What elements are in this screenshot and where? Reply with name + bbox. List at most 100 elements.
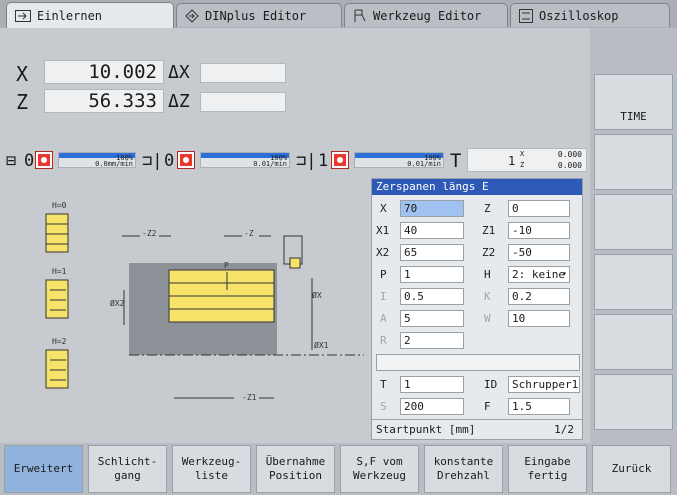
cycle-help-graphic: H=0 H=1 H=2 -Z2 -Z P ØX2 ØX ØX1 -Z1 — [14, 178, 364, 433]
softkey-zurueck[interactable]: Zurück — [592, 445, 671, 493]
field-label-p: P — [380, 268, 387, 281]
tab-label: DINplus Editor — [205, 8, 307, 23]
spindle-icon: ⊐| — [296, 151, 317, 171]
field-label-t: T — [380, 378, 387, 391]
form-row: X 70 Z 0 — [372, 199, 582, 219]
field-label-x: X — [380, 202, 387, 215]
softkey-time[interactable]: TIME — [594, 74, 673, 130]
h1-label: H=1 — [52, 267, 67, 276]
field-p[interactable]: 1 — [400, 266, 464, 283]
dim-p: P — [224, 261, 229, 270]
h2-label: H=2 — [52, 337, 67, 346]
vertical-softkey-bar: TIME — [590, 28, 677, 443]
page-indicator: 1/2 — [554, 423, 574, 436]
field-z[interactable]: 0 — [508, 200, 570, 217]
h2-icon — [45, 349, 69, 389]
softkey-v6[interactable] — [594, 374, 673, 430]
tool-index: 1 — [508, 154, 516, 168]
alarm-icon — [35, 151, 53, 169]
delta-value-z — [200, 92, 286, 112]
field-label-x1: X1 — [376, 224, 390, 237]
tool-x-label: X — [520, 150, 525, 158]
tool-editor-icon — [354, 9, 366, 22]
softkey-werkzeugliste[interactable]: Werkzeug- liste — [172, 445, 251, 493]
field-k[interactable]: 0.2 — [508, 288, 570, 305]
form-row-empty — [372, 353, 582, 373]
form-row: S 200 F 1.5 — [372, 397, 582, 417]
chevron-down-icon[interactable]: ▾ — [562, 269, 567, 278]
field-label-x2: X2 — [376, 246, 390, 259]
softkey-v4[interactable] — [594, 254, 673, 310]
softkey-v3[interactable] — [594, 194, 673, 250]
field-label-a: A — [380, 312, 387, 325]
feed-icon: ⊟ — [6, 151, 17, 171]
tab-werkzeug-editor[interactable]: Werkzeug Editor — [344, 3, 508, 27]
axis-label-z: Z — [16, 90, 29, 114]
field-x[interactable]: 70 — [400, 200, 464, 217]
field-a[interactable]: 5 — [400, 310, 464, 327]
tool-z-label: Z — [520, 161, 525, 169]
spindle-alarm-icon — [177, 151, 195, 169]
softkey-v5[interactable] — [594, 314, 673, 370]
teach-in-icon — [15, 9, 31, 22]
softkey-uebernahme-position[interactable]: Übernahme Position — [256, 445, 335, 493]
softkey-schlichtgang[interactable]: Schlicht- gang — [88, 445, 167, 493]
softkey-eingabe-fertig[interactable]: Eingabe fertig — [508, 445, 587, 493]
spindle-index: 0 — [24, 151, 35, 171]
field-label-z: Z — [484, 202, 491, 215]
field-label-id: ID — [484, 378, 498, 391]
field-x1[interactable]: 40 — [400, 222, 464, 239]
form-row: R 2 — [372, 331, 582, 351]
dim-x1: ØX1 — [314, 340, 329, 350]
spindle-icon: ⊐| — [142, 151, 163, 171]
spindle-override-bar: 100% 0.01/min — [200, 152, 290, 168]
field-label-k: K — [484, 290, 491, 303]
delta-label-x: ΔX — [168, 62, 190, 83]
softkey-sf-vom-werkzeug[interactable]: S,F vom Werkzeug — [340, 445, 419, 493]
field-label-z1: Z1 — [482, 224, 496, 237]
delta-value-x — [200, 63, 286, 83]
tab-dinplus-editor[interactable]: DINplus Editor — [176, 3, 342, 27]
dim-z: -Z — [244, 229, 254, 238]
form-row: T 1 ID Schrupper1 — [372, 375, 582, 395]
field-i[interactable]: 0.5 — [400, 288, 464, 305]
dim-z1: -Z1 — [242, 393, 257, 402]
field-h-select[interactable]: 2: keine — [508, 266, 570, 283]
field-label-r: R — [380, 334, 387, 347]
position-value-z: 56.333 — [44, 89, 164, 113]
spindle-index: 0 — [164, 151, 175, 171]
feed-override-bar: 100% 0.0mm/min — [58, 152, 136, 168]
field-id[interactable]: Schrupper1 — [508, 376, 580, 393]
tab-oszilloskop[interactable]: Oszilloskop — [510, 3, 670, 27]
tool-label: T — [450, 150, 462, 172]
dim-x2: ØX2 — [110, 298, 125, 308]
form-row: A 5 W 10 — [372, 309, 582, 329]
field-w[interactable]: 10 — [508, 310, 570, 327]
field-label-i: I — [380, 290, 387, 303]
field-z2[interactable]: -50 — [508, 244, 570, 261]
softkey-v2[interactable] — [594, 134, 673, 190]
h0-label: H=0 — [52, 201, 67, 210]
form-row: P 1 H 2: keine ▾ — [372, 265, 582, 285]
field-r[interactable]: 2 — [400, 332, 464, 349]
h0-icon — [45, 213, 69, 253]
dinplus-editor-icon — [185, 8, 199, 23]
form-footer: Startpunkt [mm] 1/2 — [372, 419, 582, 439]
oscilloscope-icon — [519, 8, 533, 23]
tool-insert-icon — [289, 257, 301, 269]
dim-z2: -Z2 — [142, 229, 157, 238]
field-label-s: S — [380, 400, 387, 413]
field-s[interactable]: 200 — [400, 398, 464, 415]
h1-icon — [45, 279, 69, 319]
field-f[interactable]: 1.5 — [508, 398, 570, 415]
field-z1[interactable]: -10 — [508, 222, 570, 239]
tab-einlernen[interactable]: Einlernen — [6, 2, 174, 28]
position-value-x: 10.002 — [44, 60, 164, 84]
horizontal-softkey-bar: Erweitert Schlicht- gang Werkzeug- liste… — [0, 443, 677, 495]
softkey-erweitert[interactable]: Erweitert — [4, 445, 83, 493]
field-t[interactable]: 1 — [400, 376, 464, 393]
tab-bar: Einlernen DINplus Editor Werkzeug Editor… — [0, 0, 677, 28]
softkey-konstante-drehzahl[interactable]: konstante Drehzahl — [424, 445, 503, 493]
tab-label: Oszilloskop — [539, 8, 619, 23]
field-x2[interactable]: 65 — [400, 244, 464, 261]
